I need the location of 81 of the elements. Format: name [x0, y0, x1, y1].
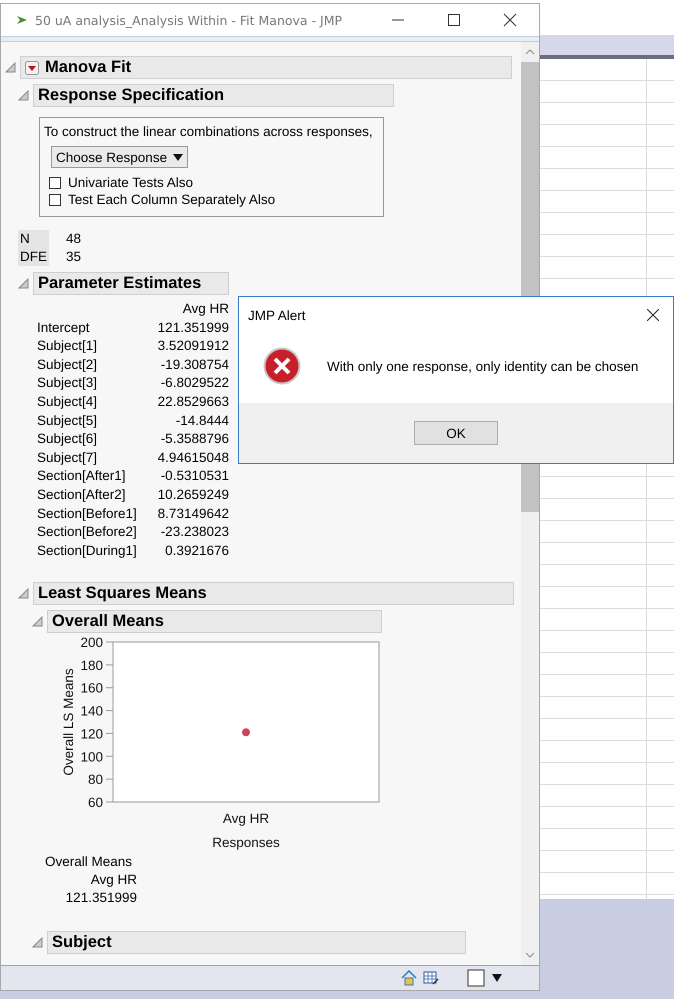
term-label: Subject[4]: [37, 392, 98, 411]
tick-label: 200: [80, 635, 103, 650]
stat-label: N: [18, 230, 49, 248]
term-label: Subject[6]: [37, 430, 98, 448]
tick-label: 120: [80, 726, 103, 742]
caret-icon[interactable]: [173, 154, 184, 160]
estimate-value: 10.2659249: [156, 486, 229, 504]
disclosure-icon[interactable]: [32, 616, 43, 628]
tick-label: 80: [88, 772, 103, 788]
column-header: Avg HR: [182, 300, 229, 318]
menu-icon[interactable]: [25, 60, 39, 74]
ok-button[interactable]: OK: [414, 421, 498, 445]
tick-label: 60: [88, 795, 103, 810]
instruction-text: To construct the linear combinations across responses,: [44, 124, 374, 139]
estimate-value: -14.8444: [174, 412, 229, 430]
section-header[interactable]: Overall Means: [47, 610, 382, 634]
table-title: Overall Means: [45, 853, 134, 872]
maximize-icon[interactable]: [447, 13, 461, 27]
section-header[interactable]: Response Specification: [33, 84, 394, 107]
term-label: Subject[3]: [37, 374, 98, 392]
estimate-value: 4.94615048: [156, 448, 229, 467]
tick-label: 160: [80, 681, 103, 696]
estimate-value: 121.351999: [156, 318, 229, 337]
scroll-down-icon[interactable]: [524, 951, 536, 959]
estimate-value: 8.73149642: [156, 504, 229, 523]
tick-label: 180: [80, 658, 103, 674]
dropdown-arrow-icon[interactable]: [491, 973, 503, 983]
section-header[interactable]: Least Squares Means: [33, 582, 514, 606]
disclosure-icon[interactable]: [18, 90, 29, 101]
disclosure-icon[interactable]: [18, 588, 29, 600]
home-icon[interactable]: [401, 970, 417, 986]
error-icon: [263, 347, 301, 385]
checkbox-option[interactable]: Univariate Tests Also: [49, 174, 379, 191]
close-icon[interactable]: [647, 309, 659, 321]
disclosure-icon[interactable]: [32, 937, 43, 948]
checkbox[interactable]: [49, 176, 61, 188]
term-label: Section[After2]: [37, 486, 127, 504]
data-point: [242, 728, 250, 737]
tick-label: 100: [80, 750, 103, 765]
term-label: Subject[1]: [37, 337, 98, 356]
window-title: 50 uA analysis_Analysis Within - Fit Manova - JMP: [35, 12, 344, 28]
term-label: Section[After1]: [37, 467, 127, 486]
estimate-value: -19.308754: [160, 356, 229, 374]
stat-value: 35: [66, 248, 82, 266]
estimate-value: -0.5310531: [160, 467, 229, 486]
estimate-value: 0.3921676: [164, 542, 229, 560]
choose-response-dropdown[interactable]: Choose Response: [51, 146, 188, 168]
term-label: Subject[7]: [37, 448, 98, 467]
app-icon: [17, 16, 27, 24]
category-label: Avg HR: [222, 811, 270, 826]
disclosure-icon[interactable]: [5, 62, 16, 73]
table-edit-icon[interactable]: [423, 970, 439, 986]
section-title: Manova Fit: [45, 58, 132, 77]
stat-value: 48: [66, 230, 82, 248]
term-label: Subject[5]: [37, 412, 98, 430]
disclosure-icon[interactable]: [18, 278, 29, 289]
table-cell-text: 121.351999: [64, 889, 137, 908]
column-header: Avg HR: [90, 871, 137, 890]
term-label: Section[During1]: [37, 542, 138, 560]
estimate-value: 3.52091912: [156, 337, 229, 356]
tick-label: 140: [80, 704, 103, 719]
section-header[interactable]: Subject: [47, 931, 466, 954]
close-icon[interactable]: [503, 13, 517, 27]
term-label: Section[Before2]: [37, 523, 138, 542]
square-icon[interactable]: [467, 969, 485, 987]
checkbox-option[interactable]: Test Each Column Separately Also: [49, 191, 379, 208]
alert-message: With only one response, only identity can be chosen: [327, 358, 638, 374]
estimate-value: -23.238023: [160, 523, 229, 542]
axis-title: Responses: [212, 835, 280, 850]
estimate-value: -5.3588796: [160, 430, 229, 448]
estimate-value: -6.8029522: [160, 374, 229, 392]
section-header[interactable]: Parameter Estimates: [33, 272, 229, 295]
scroll-up-icon[interactable]: [524, 48, 536, 56]
term-label: Subject[2]: [37, 356, 98, 374]
estimate-value: 22.8529663: [156, 392, 229, 411]
checkbox[interactable]: [49, 194, 61, 206]
term-label: Intercept: [37, 318, 91, 337]
dialog-title: JMP Alert: [248, 308, 306, 322]
stat-label: DFE: [18, 248, 49, 266]
term-label: Section[Before1]: [37, 504, 138, 523]
axis-title: Overall LS Means: [61, 668, 76, 776]
